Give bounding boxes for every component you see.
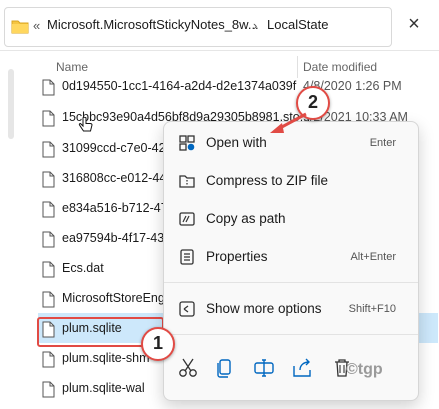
arrow-to-open-with — [279, 112, 307, 130]
step-badge-1: 1 — [141, 327, 175, 361]
annotation-arrows — [148, 112, 307, 342]
arrow-head-icon — [270, 123, 284, 133]
